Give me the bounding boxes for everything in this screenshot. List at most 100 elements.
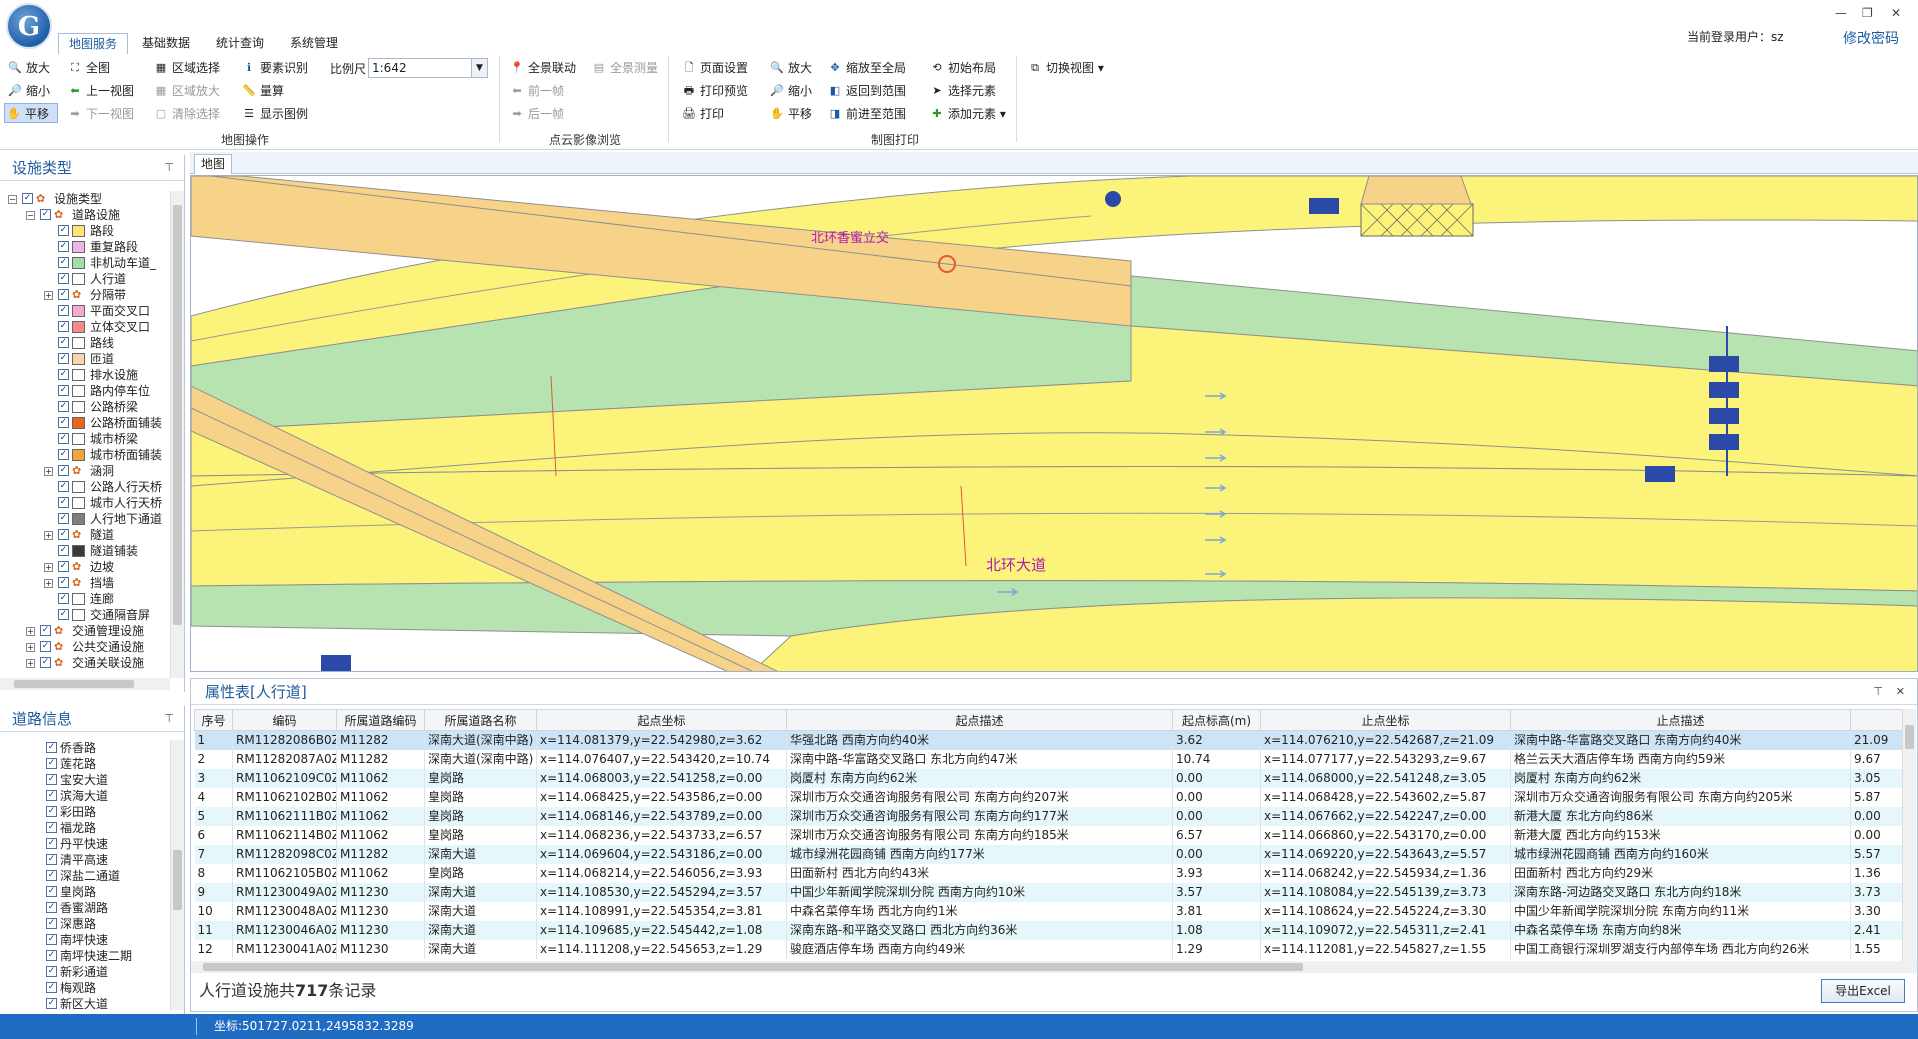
expand-icon[interactable]: +: [44, 563, 53, 572]
facility-tree-item[interactable]: ✓ 隧道铺装: [0, 543, 170, 559]
expand-icon[interactable]: +: [44, 579, 53, 588]
checkbox[interactable]: ✓: [46, 982, 57, 993]
column-header[interactable]: 起点坐标: [536, 709, 787, 731]
attr-vscrollbar[interactable]: [1902, 709, 1916, 961]
close-icon[interactable]: ✕: [1896, 679, 1905, 705]
checkbox[interactable]: ✓: [58, 465, 69, 476]
column-header[interactable]: 所属道路编码: [336, 709, 425, 731]
checkbox[interactable]: ✓: [58, 385, 69, 396]
collapse-icon[interactable]: −: [8, 195, 17, 204]
checkbox[interactable]: ✓: [58, 273, 69, 284]
forward-to-range-button[interactable]: ◨ 前进至范围: [826, 104, 906, 124]
back-to-range-button[interactable]: ◧ 返回到范围: [826, 81, 906, 101]
tab-statistics[interactable]: 统计查询: [206, 33, 274, 54]
area-zoom-button[interactable]: ▦ 区域放大: [152, 81, 220, 101]
close-icon[interactable]: ✕: [1891, 6, 1901, 20]
table-row[interactable]: 9 RM11230049A0Z M11230 深南大道 x=114.108530,y=2…: [194, 882, 1914, 902]
checkbox[interactable]: ✓: [46, 870, 57, 881]
checkbox[interactable]: ✓: [58, 401, 69, 412]
checkbox[interactable]: ✓: [58, 609, 69, 620]
checkbox[interactable]: ✓: [58, 497, 69, 508]
expand-icon[interactable]: +: [26, 627, 35, 636]
print-button[interactable]: 🖨 打印: [680, 104, 724, 124]
checkbox[interactable]: ✓: [58, 289, 69, 300]
collapse-icon[interactable]: −: [26, 211, 35, 220]
facility-tree-item[interactable]: ✓ 路内停车位: [0, 383, 170, 399]
expand-icon[interactable]: +: [26, 643, 35, 652]
checkbox[interactable]: ✓: [46, 918, 57, 929]
checkbox[interactable]: ✓: [46, 758, 57, 769]
full-extent-button[interactable]: ⛶ 全图: [66, 58, 110, 78]
table-row[interactable]: 6 RM11062114B0Z M11062 皇岗路 x=114.068236,y=22…: [194, 825, 1914, 845]
checkbox[interactable]: ✓: [58, 353, 69, 364]
restore-icon[interactable]: ❐: [1862, 6, 1873, 20]
column-header[interactable]: 起点标高(m): [1172, 709, 1261, 731]
checkbox[interactable]: ✓: [46, 966, 57, 977]
column-header[interactable]: 止点坐标: [1260, 709, 1511, 731]
checkbox[interactable]: ✓: [58, 449, 69, 460]
table-row[interactable]: 10 RM11230048A0Z M11230 深南大道 x=114.108991,y=…: [194, 901, 1914, 921]
checkbox[interactable]: ✓: [58, 257, 69, 268]
facility-tree-item[interactable]: ✓ 人行地下通道: [0, 511, 170, 527]
checkbox[interactable]: ✓: [40, 209, 51, 220]
checkbox[interactable]: ✓: [58, 321, 69, 332]
facility-tree-item[interactable]: + ✓ ✿ 交通管理设施: [0, 623, 170, 639]
zoom-to-full-button[interactable]: ✥ 缩放至全局: [826, 58, 906, 78]
facility-tree-item[interactable]: ✓ 路线: [0, 335, 170, 351]
tab-map[interactable]: 地图: [194, 154, 233, 174]
checkbox[interactable]: ✓: [46, 998, 57, 1009]
table-row[interactable]: 11 RM11230046A0Z M11230 深南大道 x=114.109685,y=…: [194, 920, 1914, 940]
zoom-out-button[interactable]: 🔎 缩小: [6, 81, 50, 101]
checkbox[interactable]: ✓: [46, 950, 57, 961]
checkbox[interactable]: ✓: [58, 433, 69, 444]
table-row[interactable]: 2 RM11282087A0Z M11282 深南大道(深南中路) x=114.0764…: [194, 749, 1914, 769]
table-row[interactable]: 3 RM11062109C0Z M11062 皇岗路 x=114.068003,y=22…: [194, 768, 1914, 788]
facility-tree-item[interactable]: + ✓ ✿ 涵洞: [0, 463, 170, 479]
facility-tree-item[interactable]: ✓ 公路桥梁: [0, 399, 170, 415]
checkbox[interactable]: ✓: [58, 241, 69, 252]
expand-icon[interactable]: +: [44, 531, 53, 540]
checkbox[interactable]: ✓: [40, 625, 51, 636]
identify-button[interactable]: ℹ 要素识别: [240, 58, 308, 78]
checkbox[interactable]: ✓: [46, 934, 57, 945]
checkbox[interactable]: ✓: [58, 481, 69, 492]
panorama-link-button[interactable]: 📍 全景联动: [508, 58, 576, 78]
checkbox[interactable]: ✓: [40, 657, 51, 668]
column-header[interactable]: 序号: [194, 709, 233, 731]
print-preview-button[interactable]: 🖶 打印预览: [680, 81, 748, 101]
checkbox[interactable]: ✓: [40, 641, 51, 652]
facility-tree-item[interactable]: ✓ 公路人行天桥: [0, 479, 170, 495]
change-password-link[interactable]: 修改密码: [1843, 28, 1899, 48]
print-zoom-in-button[interactable]: 🔍 放大: [768, 58, 812, 78]
checkbox[interactable]: ✓: [46, 774, 57, 785]
checkbox[interactable]: ✓: [46, 822, 57, 833]
facility-tree-item[interactable]: ✓ 城市桥面铺装: [0, 447, 170, 463]
measure-button[interactable]: 📏 量算: [240, 81, 284, 101]
checkbox[interactable]: ✓: [22, 193, 33, 204]
column-header[interactable]: 编码: [232, 709, 337, 731]
table-row[interactable]: 7 RM11282098C0Z M11282 深南大道 x=114.069604,y=2…: [194, 844, 1914, 864]
checkbox[interactable]: ✓: [46, 854, 57, 865]
checkbox[interactable]: ✓: [46, 838, 57, 849]
area-select-button[interactable]: ▦ 区域选择: [152, 58, 220, 78]
facility-tree-item[interactable]: ✓ 交通隔音屏: [0, 607, 170, 623]
table-row[interactable]: 1 RM11282086B0Z M11282 深南大道(深南中路) x=114.0813…: [194, 730, 1914, 750]
next-frame-button[interactable]: ➡ 后一帧: [508, 104, 564, 124]
facility-tree-item[interactable]: ✓ 匝道: [0, 351, 170, 367]
facility-tree-item[interactable]: ✓ 公路桥面铺装: [0, 415, 170, 431]
road-scrollbar[interactable]: [170, 740, 184, 1010]
column-header[interactable]: 止点描述: [1510, 709, 1851, 731]
map-view[interactable]: 北环香蜜立交 北环大道: [190, 175, 1918, 672]
add-element-button[interactable]: ✚ 添加元素 ▾: [928, 104, 1005, 124]
facility-scrollbar[interactable]: [170, 191, 184, 678]
tab-system[interactable]: 系统管理: [280, 33, 348, 54]
facility-tree-item[interactable]: ✓ 人行道: [0, 271, 170, 287]
panorama-measure-button[interactable]: ▤ 全景测量: [590, 58, 658, 78]
checkbox[interactable]: ✓: [58, 225, 69, 236]
facility-tree-item[interactable]: ✓ 城市桥梁: [0, 431, 170, 447]
facility-tree-item[interactable]: + ✓ ✿ 公共交通设施: [0, 639, 170, 655]
facility-tree-item[interactable]: ✓ 重复路段: [0, 239, 170, 255]
prev-frame-button[interactable]: ⬅ 前一帧: [508, 81, 564, 101]
facility-tree-item[interactable]: − ✓ ✿ 道路设施: [0, 207, 170, 223]
table-row[interactable]: 12 RM11230041A0Z M11230 深南大道 x=114.111208,y=…: [194, 939, 1914, 959]
